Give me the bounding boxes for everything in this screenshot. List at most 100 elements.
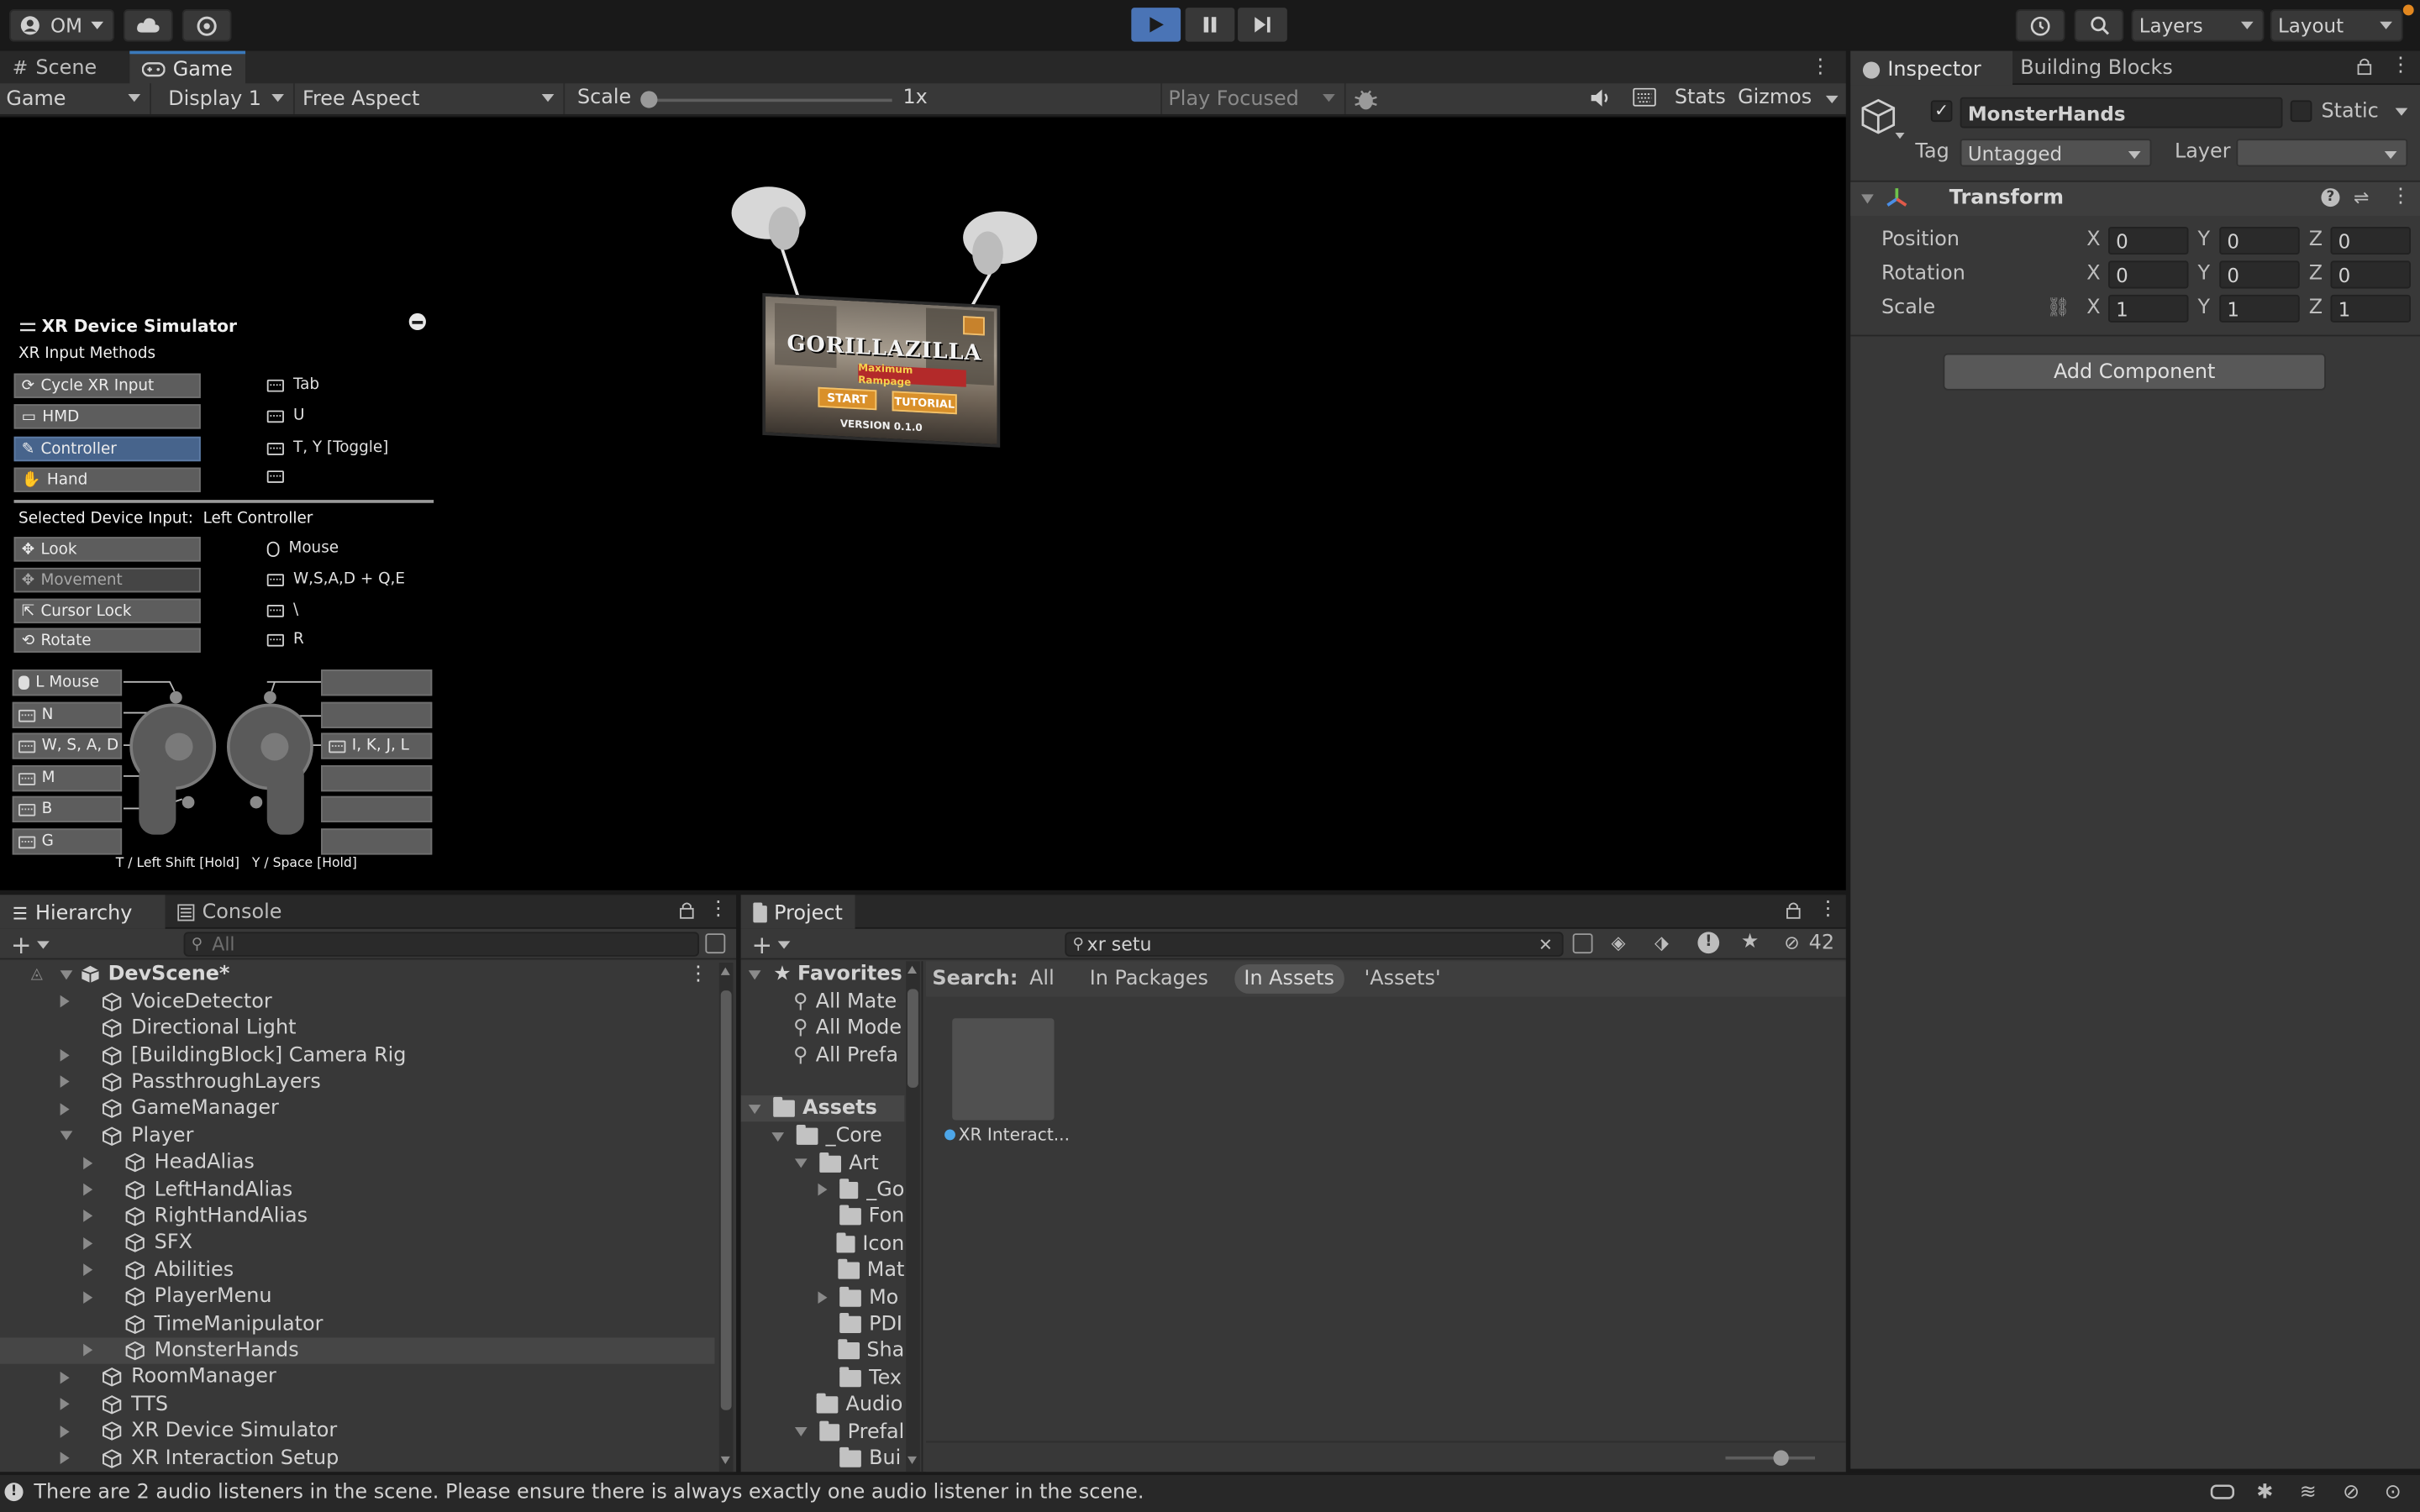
folder-tree-row[interactable]: Art	[794, 1150, 904, 1177]
chevron-down-icon[interactable]	[777, 941, 791, 949]
filter-by-label-icon[interactable]: ⬗	[1655, 932, 1669, 953]
position-x-field[interactable]: 0	[2107, 227, 2189, 255]
hierarchy-row[interactable]: Directional Light	[0, 1016, 714, 1042]
more-options-icon[interactable]: ⋮	[2391, 186, 2411, 207]
scrollbar-thumb[interactable]	[908, 989, 918, 1088]
layout-dropdown[interactable]: Layout	[2270, 9, 2403, 42]
controller-button[interactable]: ✎ Controller	[13, 436, 201, 462]
expand-chevron-icon[interactable]	[60, 1131, 73, 1141]
expand-chevron-icon[interactable]	[60, 1103, 70, 1116]
scroll-down-icon[interactable]	[720, 1456, 730, 1465]
banner-tutorial-button[interactable]: TUTORIAL	[892, 391, 957, 415]
right-slot-5[interactable]	[321, 795, 433, 822]
more-options-icon[interactable]: ⋮	[708, 900, 729, 920]
clear-search-icon[interactable]: ✕	[1539, 934, 1553, 954]
undo-history-button[interactable]	[2015, 9, 2065, 42]
look-button[interactable]: ✥ Look	[13, 537, 201, 562]
expand-chevron-icon[interactable]	[1861, 194, 1874, 204]
expand-chevron-icon[interactable]	[83, 1290, 93, 1304]
folder-tree-row[interactable]: Mat	[818, 1257, 904, 1284]
object-name-field[interactable]: MonsterHands	[1960, 97, 2283, 129]
tab-building-blocks[interactable]: Building Blocks	[2008, 51, 2186, 85]
bug-icon[interactable]	[1354, 88, 1378, 112]
right-slot-1[interactable]	[321, 669, 433, 696]
expand-chevron-icon[interactable]	[83, 1183, 93, 1196]
folder-tree-row[interactable]: Sha	[818, 1338, 904, 1365]
expand-chevron-icon[interactable]	[748, 1104, 761, 1114]
aspect-dropdown[interactable]: Free Aspect	[297, 83, 566, 114]
scale-y-field[interactable]: 1	[2219, 294, 2300, 323]
expand-chevron-icon[interactable]	[818, 1291, 828, 1305]
hidden-packages-icon[interactable]: ⊘	[1784, 932, 1799, 953]
expand-chevron-icon[interactable]	[83, 1263, 93, 1277]
expand-chevron-icon[interactable]	[60, 1371, 70, 1384]
help-icon[interactable]: ?	[2321, 188, 2340, 207]
layers-dropdown[interactable]: Layers	[2131, 9, 2265, 42]
hierarchy-row[interactable]: MonsterHands	[0, 1337, 715, 1365]
step-button[interactable]	[1238, 8, 1287, 42]
transform-header[interactable]: Transform ? ⇌ ⋮	[1850, 181, 2420, 217]
asset-thumbnail[interactable]	[952, 1018, 1055, 1121]
expand-chevron-icon[interactable]	[83, 1210, 93, 1223]
scope-assets-folder[interactable]: 'Assets'	[1365, 968, 1441, 991]
rotation-y-field[interactable]: 0	[2219, 260, 2300, 289]
b-key-button[interactable]: B	[12, 795, 123, 822]
cursor-lock-button[interactable]: ⇱ Cursor Lock	[13, 598, 201, 624]
folder-tree-row[interactable]: Mo	[818, 1284, 904, 1311]
more-options-icon[interactable]: ⋮	[1818, 900, 1839, 920]
stack-icon[interactable]: ≋	[2300, 1481, 2317, 1504]
hierarchy-row[interactable]: PlayerMenu	[0, 1284, 714, 1310]
lock-icon[interactable]	[1786, 901, 1801, 920]
scale-z-field[interactable]: 1	[2330, 294, 2411, 323]
wsad-key-button[interactable]: W, S, A, D	[12, 732, 123, 759]
rotation-z-field[interactable]: 0	[2330, 260, 2411, 289]
folder-tree-row[interactable]: Bui	[818, 1446, 904, 1473]
hierarchy-row[interactable]: LeftHandAlias	[0, 1176, 714, 1203]
debug-mode-icon[interactable]: ✱	[2256, 1481, 2273, 1504]
tab-console[interactable]: Console	[166, 895, 295, 928]
hierarchy-row[interactable]: Player	[0, 1122, 714, 1149]
tag-dropdown[interactable]: Untagged	[1960, 139, 2152, 167]
favorite-item[interactable]: ⚲ All Mode	[793, 1016, 902, 1042]
favorite-item[interactable]: ⚲ All Prefa	[793, 1043, 898, 1070]
m-key-button[interactable]: M	[12, 765, 123, 792]
cycle-xr-input-button[interactable]: ⟳ Cycle XR Input	[13, 373, 201, 398]
banner-settings-icon[interactable]	[963, 316, 985, 336]
expand-chevron-icon[interactable]	[771, 1131, 785, 1142]
chevron-down-icon[interactable]	[1895, 132, 1905, 139]
vr-headset-icon[interactable]	[2210, 1483, 2235, 1501]
scroll-up-icon[interactable]	[720, 967, 730, 975]
scroll-down-icon[interactable]	[908, 1456, 918, 1465]
add-icon[interactable]: +	[11, 931, 32, 960]
hierarchy-row[interactable]: HeadAlias	[0, 1149, 714, 1176]
folder-tree-row[interactable]: _Core	[771, 1123, 904, 1150]
scrollbar-thumb[interactable]	[720, 990, 732, 1410]
expand-chevron-icon[interactable]	[60, 1398, 70, 1411]
hierarchy-row[interactable]: [BuildingBlock] Camera Rig	[0, 1042, 714, 1069]
expand-chevron-icon[interactable]	[794, 1427, 808, 1437]
tab-project[interactable]: Project	[740, 895, 855, 929]
hierarchy-row[interactable]: PassthroughLayers	[0, 1068, 714, 1095]
scale-x-field[interactable]: 1	[2107, 294, 2189, 323]
cloud-button[interactable]	[123, 9, 173, 42]
n-key-button[interactable]: N	[12, 701, 123, 728]
more-options-icon[interactable]: ⋮	[688, 964, 708, 984]
folder-tree-row[interactable]: Prefal	[794, 1419, 904, 1446]
hierarchy-row[interactable]: Abilities	[0, 1257, 714, 1284]
expand-chevron-icon[interactable]	[818, 1184, 828, 1197]
hierarchy-row[interactable]: TTS	[0, 1391, 714, 1418]
folder-tree-row[interactable]: Fon	[818, 1204, 904, 1231]
expand-chevron-icon[interactable]	[83, 1156, 93, 1169]
icon-size-slider-track[interactable]	[1725, 1456, 1816, 1460]
collapse-icon[interactable]	[408, 312, 426, 331]
hierarchy-row[interactable]: RightHandAlias	[0, 1203, 714, 1230]
search-button[interactable]	[2074, 9, 2124, 42]
pause-button[interactable]	[1185, 8, 1235, 42]
scope-in-assets[interactable]: In Assets	[1234, 963, 1344, 994]
hierarchy-row[interactable]: XR Interaction Setup	[0, 1445, 714, 1472]
position-y-field[interactable]: 0	[2219, 227, 2300, 255]
chevron-down-icon[interactable]	[37, 941, 50, 949]
scope-in-packages[interactable]: In Packages	[1090, 968, 1208, 991]
hierarchy-scrollbar[interactable]	[718, 963, 734, 1473]
hierarchy-row[interactable]: SFX	[0, 1230, 714, 1257]
